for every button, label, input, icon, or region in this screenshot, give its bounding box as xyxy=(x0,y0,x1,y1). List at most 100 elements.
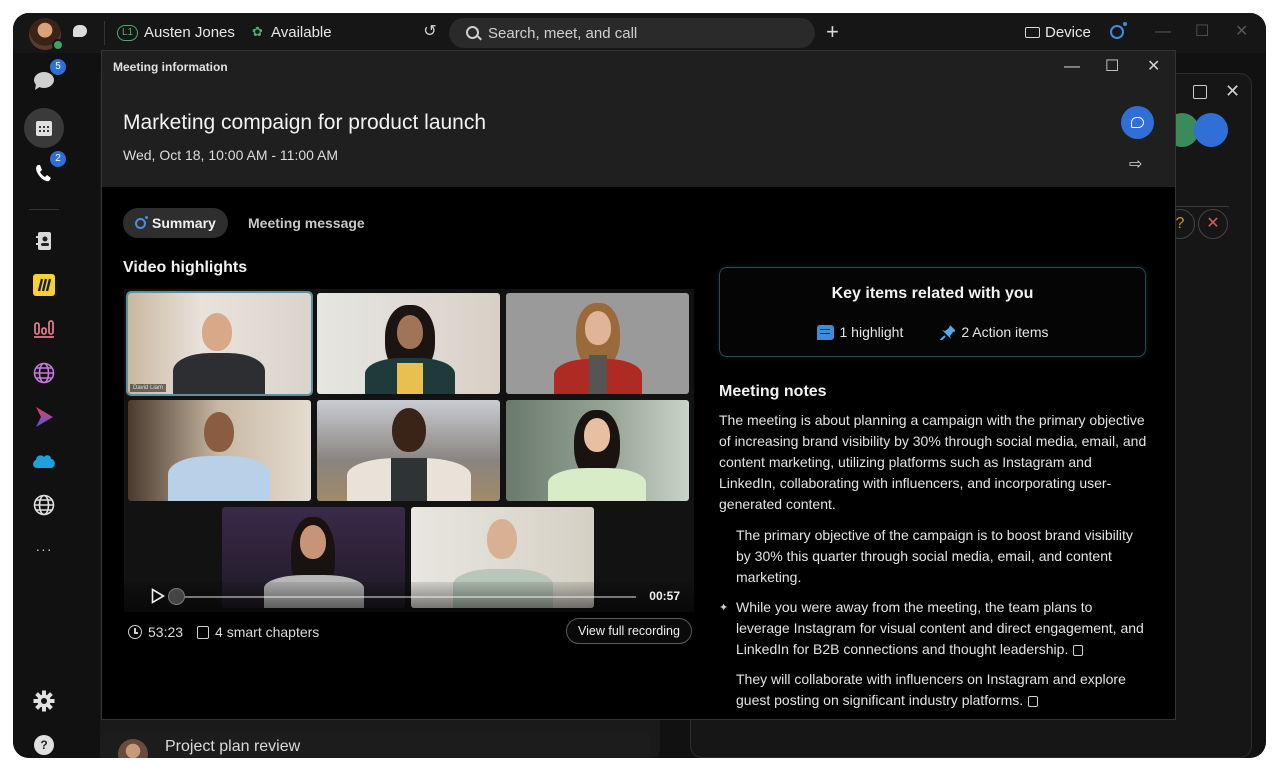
recording-duration: 53:23 xyxy=(148,624,184,640)
video-highlights-title: Video highlights xyxy=(123,259,248,276)
participant-head xyxy=(202,313,232,351)
rail-settings[interactable] xyxy=(24,681,64,721)
current-time: 00:57 xyxy=(649,589,680,603)
rail-contacts[interactable] xyxy=(24,221,64,261)
smart-chapters[interactable]: 4 smart chapters xyxy=(215,624,319,640)
share-arrow-icon[interactable]: ⇨ xyxy=(1129,154,1142,174)
navigation-rail: 5 2 ··· ? xyxy=(13,53,75,758)
rail-help[interactable]: ? xyxy=(24,725,64,758)
device-icon xyxy=(1025,27,1040,38)
meeting-list-item[interactable]: Project plan review xyxy=(100,731,650,758)
dialog-label: Meeting information xyxy=(113,60,228,74)
rail-calendar[interactable] xyxy=(24,108,64,148)
tab-summary[interactable]: Summary xyxy=(123,208,228,238)
video-tile xyxy=(506,400,689,501)
participant-torso xyxy=(173,353,265,394)
dialog-header: Meeting information — ☐ ✕ Marketing comp… xyxy=(102,51,1175,187)
rail-globe[interactable] xyxy=(24,485,64,525)
settings-gear-icon xyxy=(33,690,55,712)
video-highlights-player[interactable]: David Liam 00:57 xyxy=(124,289,694,612)
participant-head xyxy=(300,525,326,559)
sparkle-icon: ✦ xyxy=(719,602,729,614)
meeting-time: Wed, Oct 18, 10:00 AM - 11:00 AM xyxy=(123,147,339,163)
rail-divider xyxy=(29,209,59,210)
highlight-link[interactable]: 1 highlight xyxy=(816,324,904,340)
rail-salesforce[interactable] xyxy=(24,441,64,481)
key-items-title: Key items related with you xyxy=(831,285,1034,302)
decline-button[interactable]: ✕ xyxy=(1198,209,1228,239)
ai-assistant-icon[interactable] xyxy=(1110,22,1127,39)
meeting-notes: Meeting notes The meeting is about plann… xyxy=(719,381,1149,719)
rail-vidcast[interactable] xyxy=(24,397,64,437)
status-message-icon[interactable] xyxy=(73,25,87,37)
video-meta: 53:23 4 smart chapters xyxy=(128,624,319,640)
panel-chat-button[interactable] xyxy=(1194,113,1228,147)
notes-bullet-text: The primary objective of the campaign is… xyxy=(736,527,1133,585)
user-level-badge: L1 xyxy=(117,25,139,41)
meeting-chat-button[interactable] xyxy=(1121,106,1154,139)
meeting-title: Marketing compaign for product launch xyxy=(123,111,487,134)
device-button[interactable]: Device xyxy=(1045,24,1091,41)
search-input[interactable] xyxy=(488,18,788,48)
notes-bullet: They will collaborate with influencers o… xyxy=(719,669,1149,711)
tab-meeting-message[interactable]: Meeting message xyxy=(248,208,365,238)
participant-shirt xyxy=(391,458,427,501)
webex-app-window: L1 Austen Jones ✿ Available ↺ + Device —… xyxy=(13,13,1266,758)
availability-status[interactable]: Available xyxy=(271,24,332,41)
participant-shirt xyxy=(397,363,423,394)
video-tile xyxy=(317,400,500,501)
dialog-minimize-button[interactable]: — xyxy=(1064,57,1080,77)
notes-bullet: ✦ While you were away from the meeting, … xyxy=(719,597,1149,660)
participant-head xyxy=(397,315,423,349)
popout-icon[interactable] xyxy=(1193,85,1207,99)
new-button[interactable]: + xyxy=(826,21,839,43)
top-bar: L1 Austen Jones ✿ Available ↺ + Device —… xyxy=(13,13,1266,53)
contacts-icon xyxy=(36,232,51,250)
chat-icon xyxy=(1131,117,1144,128)
notes-bullet: The primary objective of the campaign is… xyxy=(719,525,1149,588)
rail-messaging[interactable]: 5 xyxy=(24,59,66,101)
notes-bullet-text: They will collaborate with influencers o… xyxy=(736,671,1126,708)
search-bar[interactable] xyxy=(449,18,815,48)
key-items-card: Key items related with you 1 highlight 2… xyxy=(719,267,1146,357)
divider xyxy=(104,21,105,45)
participant-head xyxy=(204,412,234,452)
copy-icon[interactable] xyxy=(1028,695,1039,707)
user-name[interactable]: Austen Jones xyxy=(144,24,235,41)
globe-icon xyxy=(33,494,55,516)
participant-head xyxy=(392,408,426,452)
view-full-recording-button[interactable]: View full recording xyxy=(566,618,692,644)
calendar-icon xyxy=(36,121,52,136)
dialog-close-button[interactable]: ✕ xyxy=(1147,57,1160,77)
history-icon[interactable]: ↺ xyxy=(421,23,439,41)
meeting-information-dialog: Meeting information — ☐ ✕ Marketing comp… xyxy=(101,50,1176,720)
rail-miro[interactable] xyxy=(24,265,64,305)
rail-more[interactable]: ··· xyxy=(24,529,64,569)
rail-calling[interactable]: 2 xyxy=(24,151,66,193)
video-tile xyxy=(128,400,311,501)
rail-web-app[interactable] xyxy=(24,353,64,393)
scrubber-track[interactable] xyxy=(176,596,636,598)
panel-close-icon[interactable]: ✕ xyxy=(1225,81,1240,102)
panel-divider xyxy=(1173,206,1229,207)
participant-head xyxy=(584,418,610,452)
dialog-maximize-button[interactable]: ☐ xyxy=(1105,57,1119,77)
copy-icon[interactable] xyxy=(1073,644,1084,656)
analytics-icon xyxy=(34,320,54,338)
messaging-icon xyxy=(34,72,54,90)
notes-summary: The meeting is about planning a campaign… xyxy=(719,412,1147,512)
phone-icon xyxy=(36,165,51,182)
calling-badge: 2 xyxy=(50,151,66,167)
participant-name-label: David Liam xyxy=(130,384,167,392)
app-close-button[interactable]: ✕ xyxy=(1235,23,1248,41)
app-minimize-button[interactable]: — xyxy=(1155,23,1171,41)
action-items-count: 2 Action items xyxy=(961,324,1049,340)
app-maximize-button[interactable]: ☐ xyxy=(1195,23,1209,41)
rail-analytics[interactable] xyxy=(24,309,64,349)
globe-purple-icon xyxy=(33,362,55,384)
clock-icon xyxy=(128,625,142,639)
action-items-link[interactable]: 2 Action items xyxy=(939,324,1048,340)
scrubber-handle[interactable] xyxy=(168,588,185,605)
highlight-count: 1 highlight xyxy=(839,324,904,340)
tab-summary-label: Summary xyxy=(152,215,216,231)
